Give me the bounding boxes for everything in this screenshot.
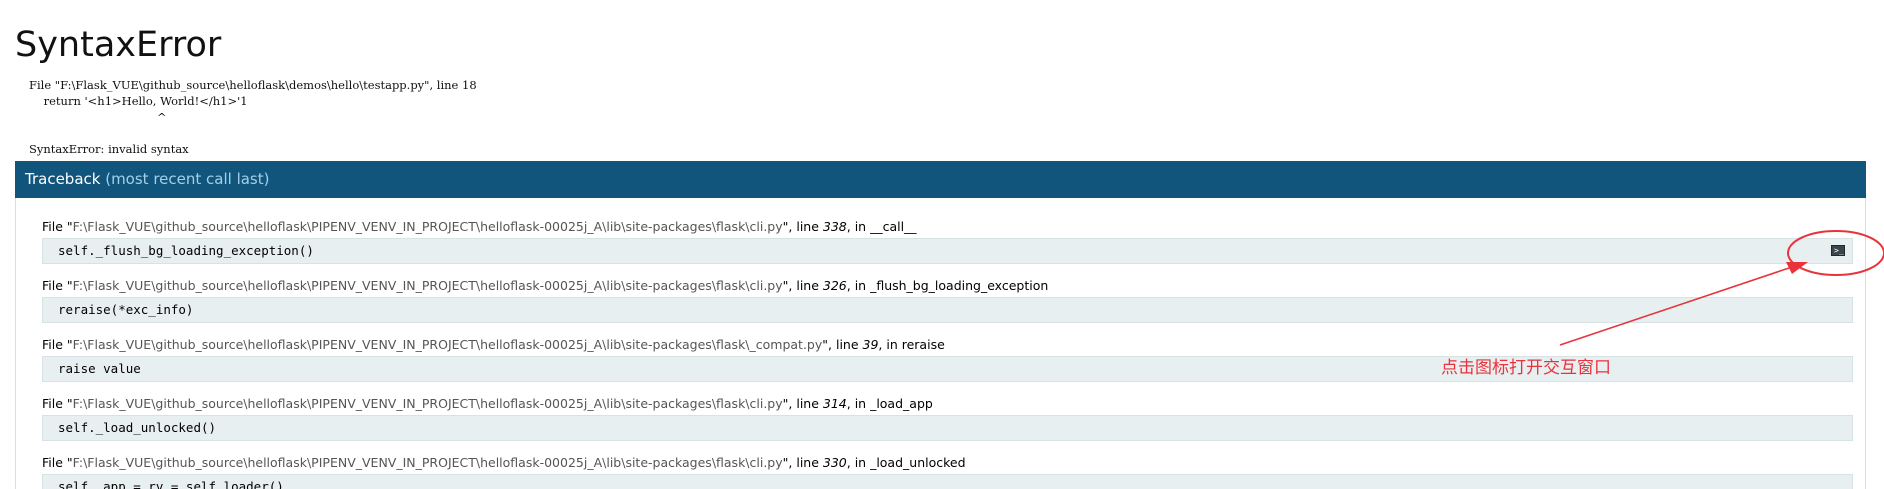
frame-path: F:\Flask_VUE\github_source\helloflask\PI… [72, 278, 783, 293]
frame-code-line[interactable]: reraise(*exc_info) [42, 297, 1853, 323]
frame-lineno: 330 [822, 455, 847, 470]
error-summary: File "F:\Flask_VUE\github_source\hellofl… [29, 77, 477, 157]
terminal-icon[interactable]: >_ [1831, 245, 1845, 256]
terminal-prompt: >_ [1834, 246, 1844, 255]
frame-location: File "F:\Flask_VUE\github_source\hellofl… [42, 337, 945, 352]
frame-location: File "F:\Flask_VUE\github_source\hellofl… [42, 278, 1049, 293]
frame-lineno: 314 [822, 396, 847, 411]
frame-function: , in _load_app [846, 396, 933, 411]
frame-code: self._load_unlocked() [58, 420, 217, 435]
frame-function: , in reraise [878, 337, 945, 352]
frame-location: File "F:\Flask_VUE\github_source\hellofl… [42, 455, 966, 470]
frame-path: F:\Flask_VUE\github_source\helloflask\PI… [72, 337, 823, 352]
frame-path: F:\Flask_VUE\github_source\helloflask\PI… [72, 396, 783, 411]
frame-code: self._app = rv = self.loader() [58, 479, 284, 489]
traceback-header: Traceback (most recent call last) [15, 161, 1866, 198]
frame-code: self._flush_bg_loading_exception() [58, 243, 314, 258]
frame-location: File "F:\Flask_VUE\github_source\hellofl… [42, 219, 917, 234]
traceback-title: Traceback [25, 170, 101, 188]
frame-lineno: 39 [862, 337, 879, 352]
frame-code: reraise(*exc_info) [58, 302, 194, 317]
frame-path: F:\Flask_VUE\github_source\helloflask\PI… [72, 455, 783, 470]
page-title: SyntaxError [15, 25, 222, 65]
frame-location: File "F:\Flask_VUE\github_source\hellofl… [42, 396, 933, 411]
summary-line: return '<h1>Hello, World!</h1>'1 [29, 94, 248, 108]
frame-lineno: 338 [822, 219, 847, 234]
summary-line: ^ [29, 110, 167, 124]
summary-line: SyntaxError: invalid syntax [29, 142, 189, 156]
summary-line: File "F:\Flask_VUE\github_source\hellofl… [29, 78, 477, 92]
frame-function: , in _flush_bg_loading_exception [846, 278, 1049, 293]
frame-function: , in _load_unlocked [846, 455, 966, 470]
frame-function: , in __call__ [846, 219, 917, 234]
frame-code-line[interactable]: self._app = rv = self.loader() [42, 474, 1853, 489]
frame-lineno: 326 [822, 278, 847, 293]
frame-path: F:\Flask_VUE\github_source\helloflask\PI… [72, 219, 783, 234]
frame-code-line[interactable]: self._flush_bg_loading_exception() [42, 238, 1853, 264]
frame-code: raise value [58, 361, 141, 376]
annotation-label: 点击图标打开交互窗口 [1441, 358, 1611, 378]
traceback-subtitle: (most recent call last) [100, 170, 270, 188]
frame-code-line[interactable]: self._load_unlocked() [42, 415, 1853, 441]
